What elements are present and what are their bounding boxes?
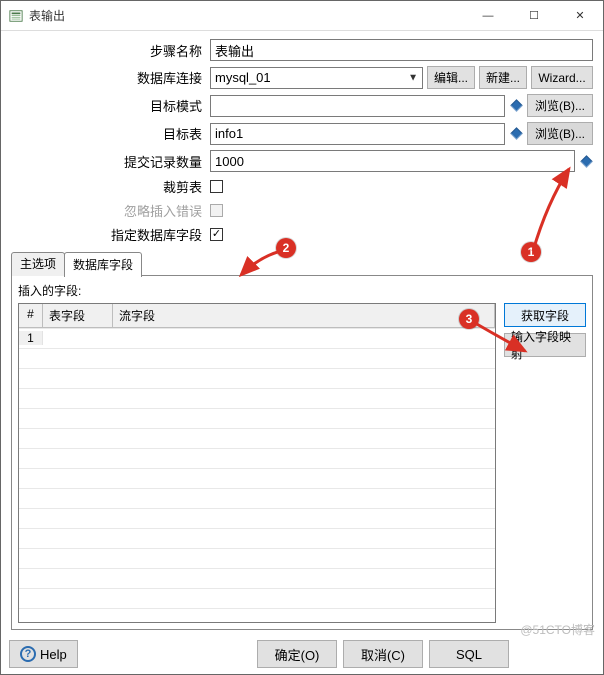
checkbox-ignore-errors (210, 204, 223, 217)
variable-icon[interactable] (509, 95, 523, 117)
label-commit-size: 提交记录数量 (11, 152, 206, 171)
input-step-name[interactable] (210, 39, 593, 61)
edit-connection-button[interactable]: 编辑... (427, 66, 475, 89)
row-specify-fields: 指定数据库字段 ✓ (11, 225, 593, 244)
tab-db-fields[interactable]: 数据库字段 (64, 252, 142, 277)
label-target-table: 目标表 (11, 124, 206, 143)
checkbox-specify-fields[interactable]: ✓ (210, 228, 223, 241)
chevron-down-icon: ▼ (408, 72, 418, 83)
label-target-schema: 目标模式 (11, 96, 206, 115)
help-button[interactable]: ? Help (9, 640, 78, 668)
side-buttons: 获取字段 输入字段映射 (504, 303, 586, 623)
input-commit-size[interactable] (210, 150, 575, 172)
dialog-content: 步骤名称 数据库连接 mysql_01 ▼ 编辑... 新建... Wizard… (1, 31, 603, 634)
label-db-conn: 数据库连接 (11, 68, 206, 87)
browse-schema-button[interactable]: 浏览(B)... (527, 94, 593, 117)
form: 步骤名称 数据库连接 mysql_01 ▼ 编辑... 新建... Wizard… (11, 39, 593, 244)
label-specify-fields: 指定数据库字段 (11, 225, 206, 244)
cell-num: 1 (19, 331, 43, 345)
row-step-name: 步骤名称 (11, 39, 593, 61)
row-db-conn: 数据库连接 mysql_01 ▼ 编辑... 新建... Wizard... (11, 66, 593, 89)
input-target-table[interactable] (210, 123, 505, 145)
row-ignore-errors: 忽略插入错误 (11, 201, 593, 220)
checkbox-truncate[interactable] (210, 180, 223, 193)
grid-caption: 插入的字段: (18, 282, 586, 299)
select-db-conn-value: mysql_01 (215, 70, 271, 85)
select-db-conn[interactable]: mysql_01 ▼ (210, 67, 423, 89)
col-stream-field: 流字段 (113, 304, 495, 327)
fields-grid[interactable]: # 表字段 流字段 1 (18, 303, 496, 623)
row-target-schema: 目标模式 浏览(B)... (11, 94, 593, 117)
grid-body[interactable]: 1 (19, 328, 495, 622)
window-icon (9, 9, 23, 23)
tab-panel: 插入的字段: # 表字段 流字段 1 (11, 276, 593, 630)
table-row[interactable]: 1 (19, 328, 495, 348)
ok-button[interactable]: 确定(O) (257, 640, 337, 668)
row-commit-size: 提交记录数量 (11, 150, 593, 172)
label-ignore-errors: 忽略插入错误 (11, 201, 206, 220)
window-buttons: — ☐ ✕ (465, 1, 603, 31)
variable-icon[interactable] (579, 150, 593, 172)
variable-icon[interactable] (509, 123, 523, 145)
grid-header: # 表字段 流字段 (19, 304, 495, 328)
col-table-field: 表字段 (43, 304, 113, 327)
tab-main[interactable]: 主选项 (11, 252, 65, 276)
dialog-footer: ? Help 确定(O) 取消(C) SQL (1, 634, 603, 674)
row-truncate: 裁剪表 (11, 177, 593, 196)
close-button[interactable]: ✕ (557, 1, 603, 31)
tabpanel-inner: # 表字段 流字段 1 获取字段 输入字段映射 (18, 303, 586, 623)
maximize-button[interactable]: ☐ (511, 1, 557, 31)
tab-bar: 主选项 数据库字段 (11, 252, 593, 276)
wizard-button[interactable]: Wizard... (531, 66, 593, 89)
field-mapping-button[interactable]: 输入字段映射 (504, 333, 586, 357)
get-fields-button[interactable]: 获取字段 (504, 303, 586, 327)
help-label: Help (40, 647, 67, 662)
new-connection-button[interactable]: 新建... (479, 66, 527, 89)
title-bar-left: 表输出 (9, 7, 65, 24)
minimize-button[interactable]: — (465, 1, 511, 31)
title-bar: 表输出 — ☐ ✕ (1, 1, 603, 31)
row-target-table: 目标表 浏览(B)... (11, 122, 593, 145)
col-num: # (19, 304, 43, 327)
cancel-button[interactable]: 取消(C) (343, 640, 423, 668)
label-step-name: 步骤名称 (11, 41, 206, 60)
input-target-schema[interactable] (210, 95, 505, 117)
dialog-window: 表输出 — ☐ ✕ 步骤名称 数据库连接 mysql_01 ▼ 编辑... 新建… (0, 0, 604, 675)
sql-button[interactable]: SQL (429, 640, 509, 668)
browse-table-button[interactable]: 浏览(B)... (527, 122, 593, 145)
help-icon: ? (20, 646, 36, 662)
label-truncate: 裁剪表 (11, 177, 206, 196)
window-title: 表输出 (29, 7, 65, 24)
